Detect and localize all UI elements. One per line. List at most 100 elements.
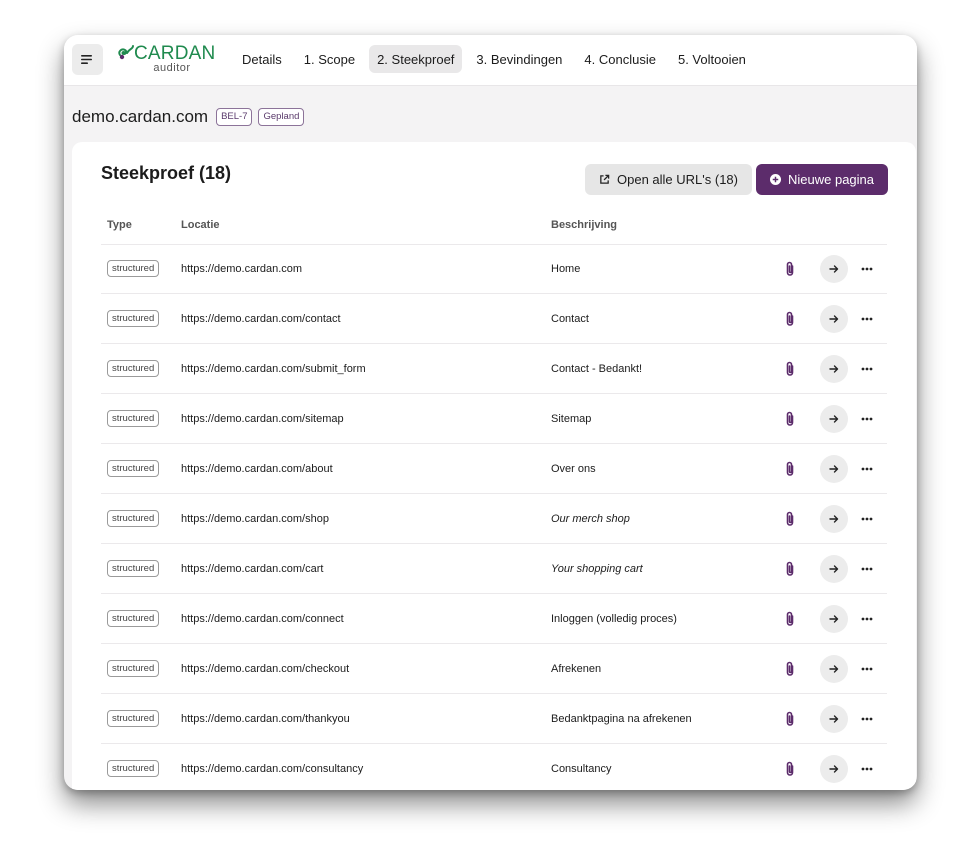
new-page-button[interactable]: Nieuwe pagina (756, 164, 889, 195)
open-row-button[interactable] (820, 544, 848, 593)
location-cell[interactable]: https://demo.cardan.com/cart (181, 544, 323, 593)
open-row-button[interactable] (820, 594, 848, 643)
location-cell[interactable]: https://demo.cardan.com (181, 244, 302, 293)
arrow-right-icon (829, 364, 839, 373)
table-row[interactable]: structured https://demo.cardan.com/about O… (101, 444, 887, 494)
more-horizontal-icon (861, 317, 873, 320)
more-horizontal-icon (861, 667, 873, 670)
table-row[interactable]: structured https://demo.cardan.com/shop Ou… (101, 494, 887, 544)
cardan-logo-icon (118, 45, 134, 60)
more-actions-button[interactable] (861, 244, 873, 293)
more-actions-button[interactable] (861, 594, 873, 643)
arrow-right-icon (829, 614, 839, 623)
column-location: Locatie (181, 219, 220, 231)
paperclip-icon (786, 661, 794, 676)
location-cell[interactable]: https://demo.cardan.com/sitemap (181, 394, 344, 443)
open-all-urls-label: Open alle URL's (18) (617, 172, 738, 187)
table-row[interactable]: structured https://demo.cardan.com/checko… (101, 644, 887, 694)
tab-bevindingen[interactable]: 3. Bevindingen (468, 45, 570, 73)
tab-voltooien[interactable]: 5. Voltooien (670, 45, 754, 73)
more-actions-button[interactable] (861, 694, 873, 743)
type-cell: structured (107, 544, 160, 593)
description-cell: Afrekenen (551, 662, 602, 675)
type-cell: structured (107, 444, 160, 493)
open-row-circle[interactable] (820, 504, 848, 533)
type-cell: structured (107, 744, 160, 790)
open-row-button[interactable] (820, 344, 848, 393)
open-row-button[interactable] (820, 294, 848, 343)
more-actions-button[interactable] (861, 494, 873, 543)
logo[interactable]: CARDAN auditor (117, 43, 215, 77)
type-badge: structured (107, 360, 160, 377)
open-row-button[interactable] (820, 494, 848, 543)
location-cell[interactable]: https://demo.cardan.com/submit_form (181, 344, 366, 393)
location-cell[interactable]: https://demo.cardan.com/about (181, 444, 333, 493)
open-row-button[interactable] (820, 444, 848, 493)
open-row-circle[interactable] (820, 354, 848, 383)
app-window: CARDAN auditor Details 1. Scope 2. Steek… (64, 35, 917, 790)
table-row[interactable]: structured https://demo.cardan.com/contac… (101, 294, 887, 344)
open-row-circle[interactable] (820, 404, 848, 433)
attachment-button[interactable] (784, 594, 796, 643)
open-row-circle[interactable] (820, 654, 848, 683)
table-row[interactable]: structured https://demo.cardan.com/connec… (101, 594, 887, 644)
open-row-button[interactable] (820, 644, 848, 693)
description-cell: Sitemap (551, 412, 592, 425)
arrow-right-icon (829, 464, 839, 473)
more-actions-button[interactable] (861, 644, 873, 693)
type-badge: structured (107, 410, 160, 427)
attachment-button[interactable] (784, 694, 796, 743)
location-cell[interactable]: https://demo.cardan.com/connect (181, 594, 344, 643)
type-cell: structured (107, 294, 160, 343)
open-row-circle[interactable] (820, 704, 848, 733)
open-row-button[interactable] (820, 394, 848, 443)
location-cell[interactable]: https://demo.cardan.com/checkout (181, 644, 349, 693)
attachment-button[interactable] (784, 644, 796, 693)
attachment-button[interactable] (784, 294, 796, 343)
open-row-circle[interactable] (820, 454, 848, 483)
tab-details[interactable]: Details (234, 45, 290, 73)
open-row-circle[interactable] (820, 254, 848, 283)
tab-conclusie[interactable]: 4. Conclusie (576, 45, 664, 73)
more-actions-button[interactable] (861, 344, 873, 393)
table-row[interactable]: structured https://demo.cardan.com/cart Yo… (101, 544, 887, 594)
more-actions-button[interactable] (861, 444, 873, 493)
sample-card: Steekproef (18) Open alle URL's (18) Nie… (72, 142, 916, 790)
attachment-button[interactable] (784, 744, 796, 790)
location-cell[interactable]: https://demo.cardan.com/contact (181, 294, 341, 343)
attachment-button[interactable] (784, 544, 796, 593)
location-cell[interactable]: https://demo.cardan.com/thankyou (181, 694, 350, 743)
tab-scope[interactable]: 1. Scope (296, 45, 363, 73)
location-cell[interactable]: https://demo.cardan.com/consultancy (181, 744, 363, 790)
table-row[interactable]: structured https://demo.cardan.com/sitema… (101, 394, 887, 444)
table-row[interactable]: structured https://demo.cardan.com/thanky… (101, 694, 887, 744)
open-all-urls-button[interactable]: Open alle URL's (18) (585, 164, 752, 195)
open-row-button[interactable] (820, 694, 848, 743)
open-row-button[interactable] (820, 244, 848, 293)
type-badge: structured (107, 260, 160, 277)
table-row[interactable]: structured https://demo.cardan.com Home (101, 244, 887, 294)
more-actions-button[interactable] (861, 544, 873, 593)
more-actions-button[interactable] (861, 394, 873, 443)
column-type: Type (107, 219, 132, 231)
attachment-button[interactable] (784, 444, 796, 493)
open-row-button[interactable] (820, 744, 848, 790)
attachment-button[interactable] (784, 494, 796, 543)
open-row-circle[interactable] (820, 554, 848, 583)
open-row-circle[interactable] (820, 604, 848, 633)
table-row[interactable]: structured https://demo.cardan.com/consul… (101, 744, 887, 790)
type-cell: structured (107, 694, 160, 743)
open-row-circle[interactable] (820, 304, 848, 333)
location-cell[interactable]: https://demo.cardan.com/shop (181, 494, 329, 543)
tab-steekproef[interactable]: 2. Steekproef (369, 45, 463, 73)
more-actions-button[interactable] (861, 294, 873, 343)
table-row[interactable]: structured https://demo.cardan.com/submit… (101, 344, 887, 394)
open-row-circle[interactable] (820, 754, 848, 783)
menu-button[interactable] (72, 44, 103, 75)
more-actions-button[interactable] (861, 744, 873, 790)
type-cell: structured (107, 644, 160, 693)
page-title: demo.cardan.com (72, 107, 209, 126)
attachment-button[interactable] (784, 394, 796, 443)
attachment-button[interactable] (784, 344, 796, 393)
attachment-button[interactable] (784, 244, 796, 293)
